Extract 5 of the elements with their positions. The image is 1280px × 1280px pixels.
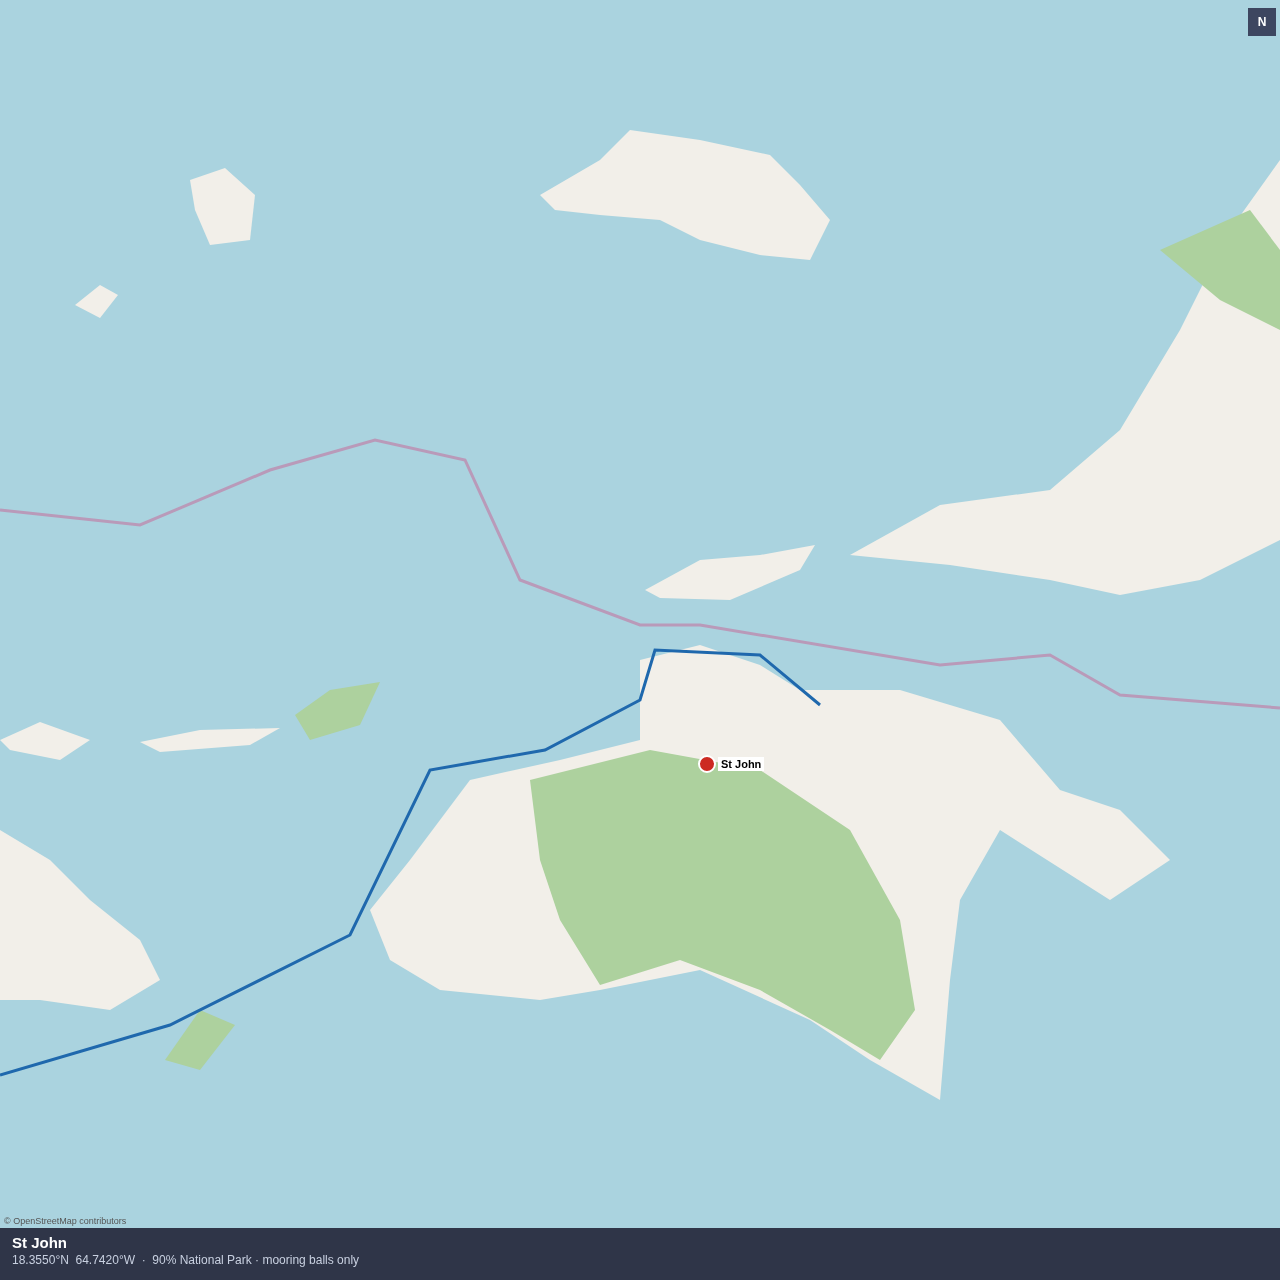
place-title: St John [12,1234,67,1251]
attribution-text: © OpenStreetMap contributors [4,1216,127,1226]
place-details: 18.3550°N 64.7420°W · 90% National Park · mooring balls only [12,1253,360,1267]
compass-button[interactable]: N [1248,8,1276,36]
marker-label: St John [718,757,765,771]
